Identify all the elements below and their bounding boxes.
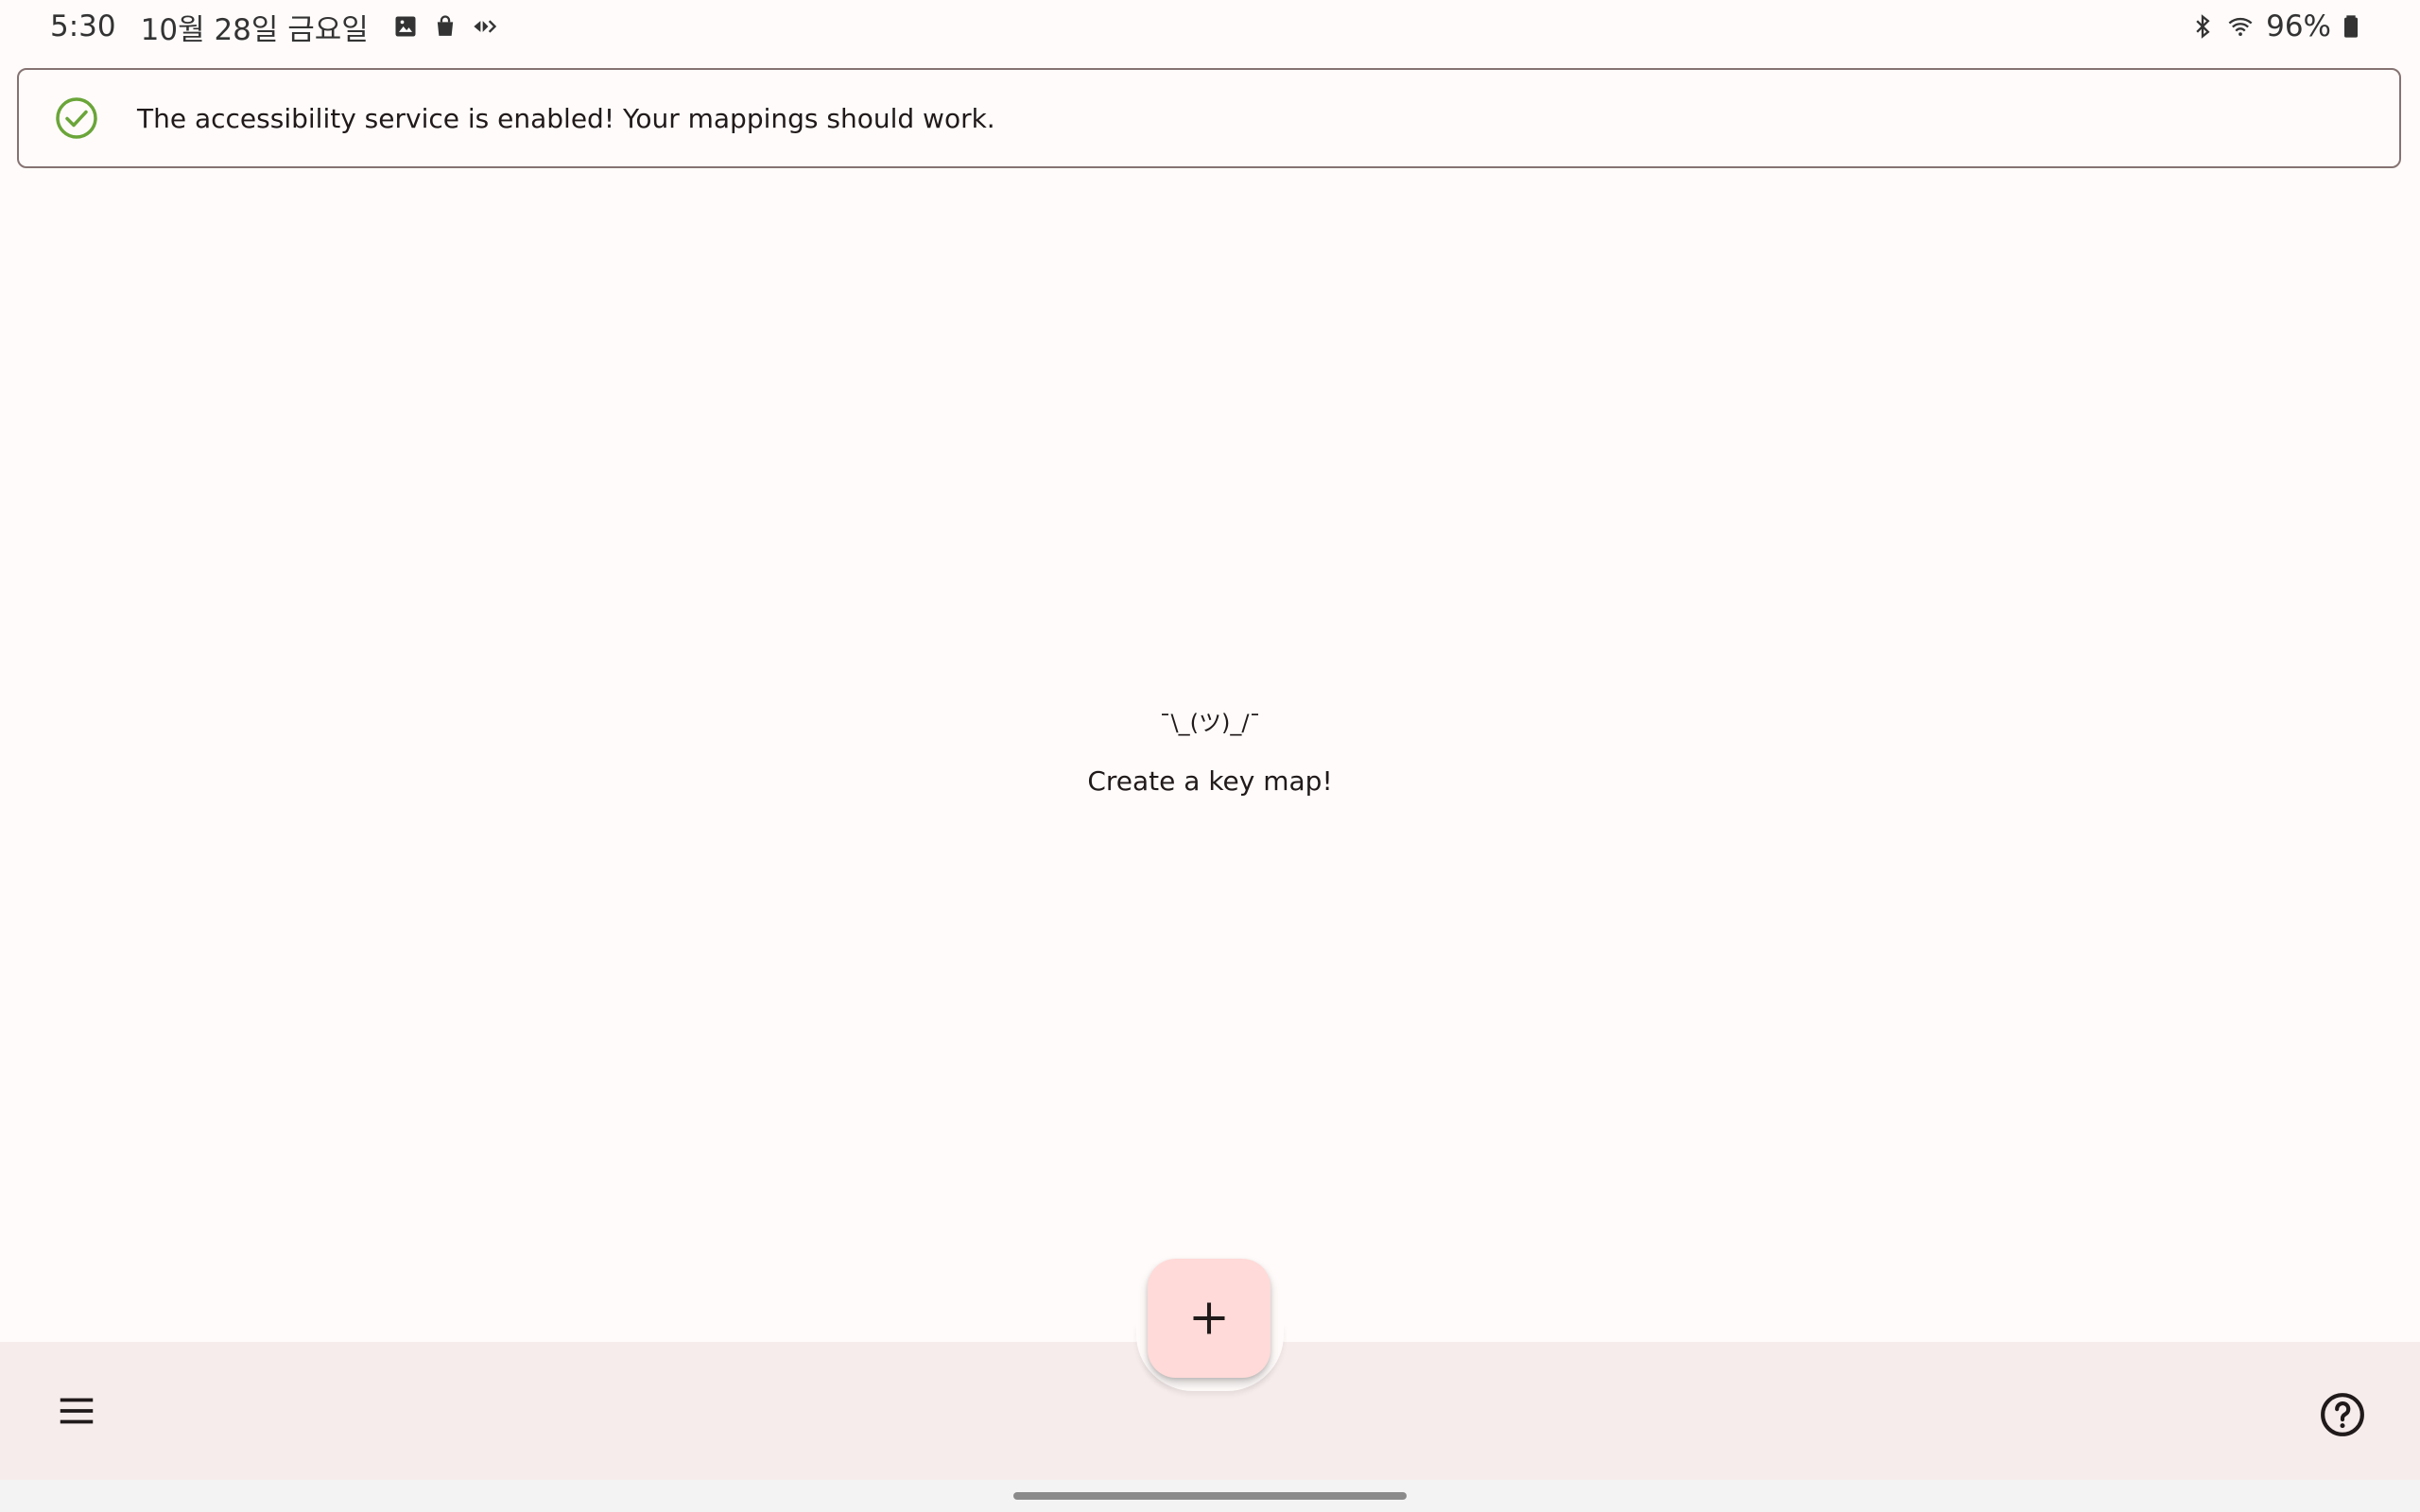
banner-text: The accessibility service is enabled! Yo… <box>137 102 995 134</box>
screen: 5:30 10월 28일 금요일 96% The accessibility s… <box>0 0 2420 1512</box>
help-button[interactable] <box>2317 1389 2368 1440</box>
status-time: 5:30 <box>50 9 116 43</box>
add-key-map-button[interactable] <box>1148 1259 1270 1378</box>
cast-icon <box>469 10 501 43</box>
status-right: 96% <box>2187 9 2373 43</box>
shopping-bag-icon <box>429 10 461 43</box>
shrug-emoticon: ¯\_(ツ)_/¯ <box>1159 710 1261 736</box>
gesture-handle[interactable] <box>1013 1492 1407 1500</box>
bluetooth-icon <box>2187 10 2219 43</box>
wifi-icon <box>2224 10 2256 43</box>
accessibility-banner: The accessibility service is enabled! Yo… <box>17 68 2401 168</box>
empty-message: Create a key map! <box>1087 765 1333 797</box>
status-date: 10월 28일 금요일 <box>140 12 369 47</box>
battery-level: 96% <box>2266 9 2331 43</box>
gallery-icon <box>389 10 422 43</box>
hamburger-menu-icon <box>60 1398 94 1424</box>
battery-icon <box>2335 10 2367 43</box>
status-left: 5:30 10월 28일 금요일 <box>50 6 509 48</box>
plus-icon <box>1193 1302 1225 1334</box>
help-circle-icon <box>2321 1393 2364 1436</box>
check-circle-icon <box>54 95 99 141</box>
status-bar: 5:30 10월 28일 금요일 96% <box>0 0 2420 53</box>
menu-button[interactable] <box>47 1387 106 1435</box>
empty-state: ¯\_(ツ)_/¯ Create a key map! <box>0 704 2420 797</box>
